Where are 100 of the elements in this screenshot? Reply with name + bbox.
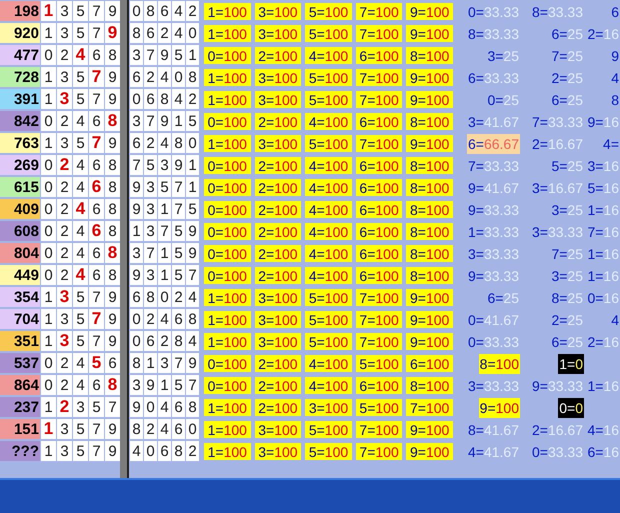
score-tag: 4=100 [305,201,352,218]
digit-cell: 5 [171,45,185,66]
stat-value: 8=41.67 [466,421,520,440]
stat-value: 0=25 [486,91,520,110]
digit-cell: 5 [72,1,88,22]
number-cell: 449 [0,265,40,286]
digit-cell: 7 [88,23,104,44]
score-tag: 1=100 [204,135,251,152]
score-tag: 7=100 [356,443,402,460]
score-tag: 9=100 [406,91,453,108]
score-tag: 4=100 [305,179,352,196]
digit-cell: 9 [157,111,171,132]
digit-cell: 0 [40,45,56,66]
digit-cell: 8 [171,441,185,462]
digit-cell: 3 [56,1,72,22]
stat-value: 6 [610,3,620,22]
score-tag: 2=100 [254,201,302,218]
stat-value: 4 [610,311,620,330]
digit-cell: 4 [157,67,171,88]
digit-cell: 1 [185,45,199,66]
stat-value: 0=33.33 [530,443,584,462]
score-tag: 9=100 [406,311,453,328]
score-tag: 6=100 [356,267,402,284]
digit-cell: 4 [157,133,171,154]
digit-cell: 6 [171,397,185,418]
score-tag: 5=100 [356,355,402,372]
score-tag: 0=100 [204,267,251,284]
stat-value: 1=16 [586,201,620,220]
stat-value: 8=33.33 [466,25,520,44]
number-cell: 615 [0,177,40,198]
digit-cell: 8 [129,353,143,374]
stat-value: 3=16 [586,157,620,176]
score-tag: 6=100 [356,47,402,64]
digit-cell: 6 [143,23,157,44]
digit-cell: 7 [129,155,143,176]
digit-cell: 6 [157,1,171,22]
digit-cell: 0 [143,397,157,418]
digit-cell: 6 [129,133,143,154]
stat-value: 8 [610,91,620,110]
digit-cell: 4 [72,243,88,264]
score-tag: 8=100 [406,47,453,64]
digit-cell: 5 [72,419,88,440]
stat-value: 3=25 [486,47,520,66]
digit-cell: 0 [129,309,143,330]
score-tag: 1=100 [204,333,251,350]
stat-value: 3=16.67 [530,179,584,198]
stat-value: 2=16 [586,25,620,44]
digit-cell: 3 [56,309,72,330]
number-cell: 269 [0,155,40,176]
digit-cell: 2 [56,243,72,264]
digit-cell: 7 [171,177,185,198]
stat-value: 6=25 [550,25,584,44]
score-tag: 0=100 [204,179,251,196]
number-cell: 763 [0,133,40,154]
score-tag: 6=100 [356,201,402,218]
score-tag: 9=100 [406,69,453,86]
digit-cell: 8 [104,221,120,242]
stat-value: 6=33.33 [466,69,520,88]
score-tag: 2=100 [254,157,302,174]
score-tag: 9=100 [406,443,453,460]
number-cell: 537 [0,353,40,374]
digit-cell: 9 [104,331,120,352]
digit-cell: 3 [143,177,157,198]
score-tag: 1=100 [204,69,251,86]
digit-cell: 3 [56,133,72,154]
digit-cell: 2 [56,45,72,66]
score-tag: 3=100 [254,91,302,108]
digit-cell: 7 [104,397,120,418]
digit-cell: 7 [88,287,104,308]
score-tag: 1=100 [204,311,251,328]
digit-cell: 1 [40,309,56,330]
digit-cell: 4 [185,331,199,352]
digit-cell: 0 [129,331,143,352]
digit-cell: 2 [56,353,72,374]
digit-cell: 5 [72,287,88,308]
digit-cell: 0 [40,199,56,220]
digit-cell: 9 [129,199,143,220]
score-tag: 0=100 [204,113,251,130]
digit-cell: 0 [185,23,199,44]
digit-cell: 4 [72,177,88,198]
digit-cell: 1 [185,177,199,198]
score-tag: 5=100 [305,333,352,350]
digit-cell: 0 [129,89,143,110]
digit-cell: 6 [129,67,143,88]
score-tag: 7=100 [356,3,402,20]
score-tag: 5=100 [305,25,352,42]
digit-cell: 1 [40,133,56,154]
digit-cell: 7 [88,309,104,330]
digit-cell: 6 [171,419,185,440]
score-tag: 8=100 [406,223,453,240]
score-tag: 8=100 [406,267,453,284]
score-tag: 9=100 [406,421,453,438]
digit-cell: 8 [104,45,120,66]
digit-cell: 1 [157,265,171,286]
digit-cell: 4 [157,419,171,440]
stat-value: 7=33.33 [530,113,584,132]
digit-cell: 9 [104,1,120,22]
digit-cell: 4 [171,1,185,22]
digit-cell: 2 [56,111,72,132]
digit-cell: 5 [143,155,157,176]
